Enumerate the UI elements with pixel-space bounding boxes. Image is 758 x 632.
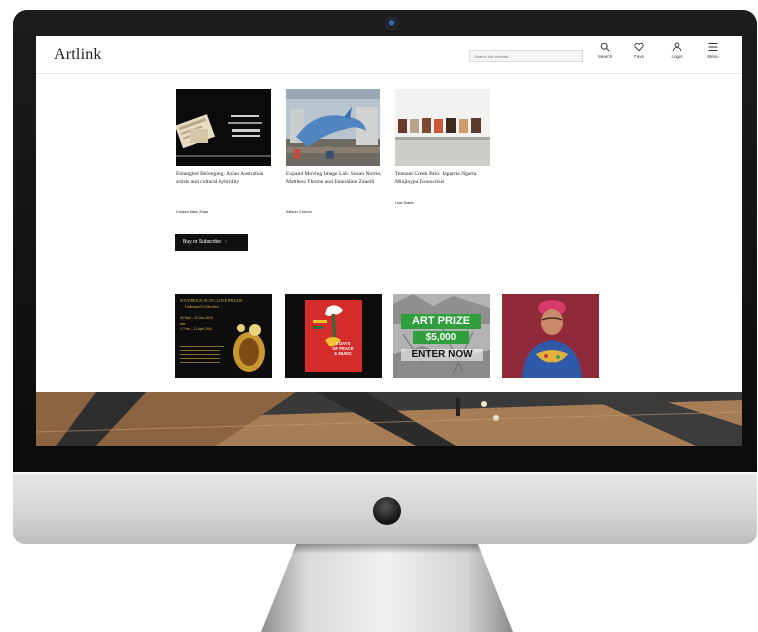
article-title[interactable]: Entangled Belonging: Asian Australian ar… — [176, 171, 272, 186]
ad-fine-print — [180, 350, 220, 364]
article-thumb-tennant[interactable] — [395, 89, 490, 166]
article-image — [286, 89, 380, 166]
subscribe-button[interactable]: Buy or Subscribe › — [175, 234, 248, 251]
article-author[interactable]: Allison Chhom — [286, 209, 312, 214]
nav-menu-button[interactable]: Menu — [700, 42, 726, 70]
portrait-image — [502, 294, 599, 378]
nav-favs-button[interactable]: Favs — [626, 42, 652, 70]
prize-amount: $5,000 — [413, 331, 469, 344]
article-title[interactable]: Tennant Creek Brio: Japarrta Ngarta Minj… — [395, 171, 491, 186]
chevron-right-icon: › — [225, 239, 227, 245]
nav-login-label: Login — [671, 54, 683, 59]
user-icon — [673, 42, 681, 52]
ad-illustration — [233, 324, 265, 372]
prize-badge: ART PRIZE — [401, 314, 481, 329]
nav-favs-label: Favs — [634, 54, 644, 59]
ad-divider — [180, 346, 224, 347]
ad-portrait[interactable] — [502, 294, 599, 378]
ad-peace-music-poster[interactable]: 3 DAYS OF PEACE & MUSIC — [285, 294, 382, 378]
prize-cta: ENTER NOW — [401, 349, 483, 361]
article-title[interactable]: Expand Moving Image Lab: Susan Norrie, M… — [286, 171, 382, 186]
ad-art-prize[interactable]: ART PRIZE $5,000 ENTER NOW — [393, 294, 490, 378]
ad-heading: SOVEREIGN ACTS | LOVE PRAXIS — [180, 298, 243, 303]
ad-subheading: Unbound Collective — [185, 304, 219, 309]
apple-logo-icon — [373, 497, 401, 525]
subscribe-label: Buy or Subscribe — [183, 239, 222, 245]
article-image — [395, 89, 490, 166]
dove-guitar-icon — [313, 305, 343, 347]
poster-text: 3 DAYS OF PEACE & MUSIC — [325, 341, 361, 356]
hamburger-icon — [708, 43, 718, 51]
article-author[interactable]: Lisa Slade — [395, 200, 414, 205]
monitor-stand — [261, 544, 513, 632]
nav-search-button[interactable]: Search — [592, 42, 618, 70]
ad-sovereign-acts[interactable]: SOVEREIGN ACTS | LOVE PRAXIS Unbound Col… — [175, 294, 272, 378]
search-input[interactable] — [469, 50, 583, 62]
article-image — [176, 89, 271, 166]
poster-line: & MUSIC — [334, 351, 352, 356]
article-thumb-entangled[interactable] — [176, 89, 271, 166]
search-icon — [600, 42, 610, 52]
article-thumb-expand[interactable] — [286, 89, 380, 166]
nav-menu-label: Menu — [707, 54, 719, 59]
stand-shadow — [291, 544, 483, 554]
chin-highlight — [13, 472, 757, 474]
ceiling-photo — [36, 392, 742, 446]
webcam — [385, 17, 398, 30]
ad-dates: 30 Sept – 22 Dec 2023 and 17 Feb – 21 Ap… — [180, 316, 224, 333]
heart-icon — [634, 42, 644, 52]
site-header: Artlink Search Favs Login — [36, 36, 742, 74]
nav-search-label: Search — [597, 54, 613, 59]
nav-login-button[interactable]: Login — [664, 42, 690, 70]
ad-date-line: 17 Feb – 21 April 2024 — [180, 327, 213, 331]
site-logo[interactable]: Artlink — [54, 46, 102, 64]
hero-image — [36, 392, 742, 446]
article-author[interactable]: Cristea Nian Zhao — [176, 209, 208, 214]
browser-screen: Artlink Search Favs Login — [36, 36, 742, 446]
